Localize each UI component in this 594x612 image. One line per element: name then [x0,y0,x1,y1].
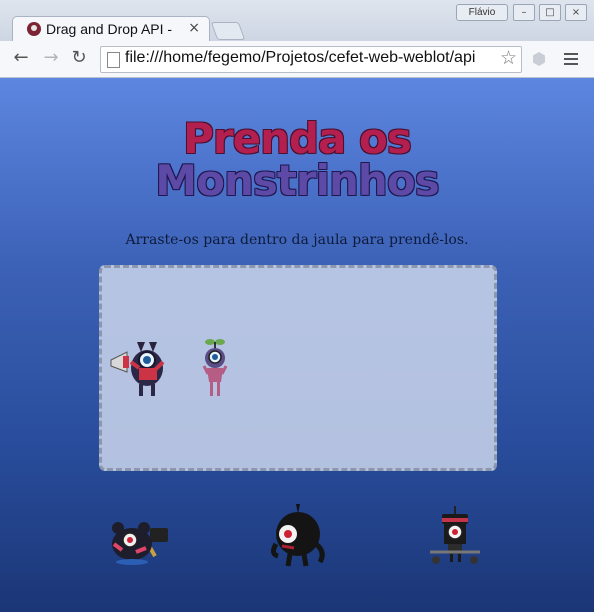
tab-close-icon[interactable]: × [188,20,200,36]
title-line-1: Prenda os [183,114,412,163]
url-text[interactable]: file:///home/fegemo/Projetos/cefet-web-w… [125,49,495,67]
extension-icon[interactable] [533,52,545,66]
tab-title: Drag and Drop API - [46,21,173,37]
minimize-button[interactable]: – [513,4,535,21]
title-line-2: Monstrinhos [155,156,439,205]
title-bar: Drag and Drop API - × Flávio – □ × [0,0,594,43]
monster-wheeled[interactable] [428,506,482,566]
page-title: Prenda os Monstrinhos [0,118,594,202]
page-viewport: Prenda os Monstrinhos Arraste-os para de… [0,78,594,612]
monster-hammer[interactable] [106,514,176,566]
monster-megaphone[interactable] [109,338,171,400]
maximize-button[interactable]: □ [539,4,561,21]
hamburger-menu-icon[interactable] [564,53,578,65]
profile-button[interactable]: Flávio [456,4,508,21]
new-tab-button[interactable] [210,22,246,40]
close-window-button[interactable]: × [565,4,587,21]
back-arrow-icon[interactable]: ← [10,47,32,69]
browser-window: Drag and Drop API - × Flávio – □ × ← → ↻… [0,0,594,612]
instructions-text: Arraste-os para dentro da jaula para pre… [125,232,469,248]
page-icon [107,52,120,68]
bookmark-star-icon[interactable]: ☆ [500,47,517,69]
browser-toolbar: ← → ↻ file:///home/fegemo/Projetos/cefet… [0,41,594,78]
cage-dropzone[interactable] [99,265,497,471]
reload-icon[interactable]: ↻ [68,47,90,69]
address-bar[interactable]: file:///home/fegemo/Projetos/cefet-web-w… [100,46,522,73]
forward-arrow-icon[interactable]: → [40,47,62,69]
monster-antenna[interactable] [198,336,232,400]
tab-active[interactable]: Drag and Drop API - × [12,16,210,43]
monster-black-horned[interactable] [268,504,328,568]
monster-favicon-icon [27,22,41,36]
